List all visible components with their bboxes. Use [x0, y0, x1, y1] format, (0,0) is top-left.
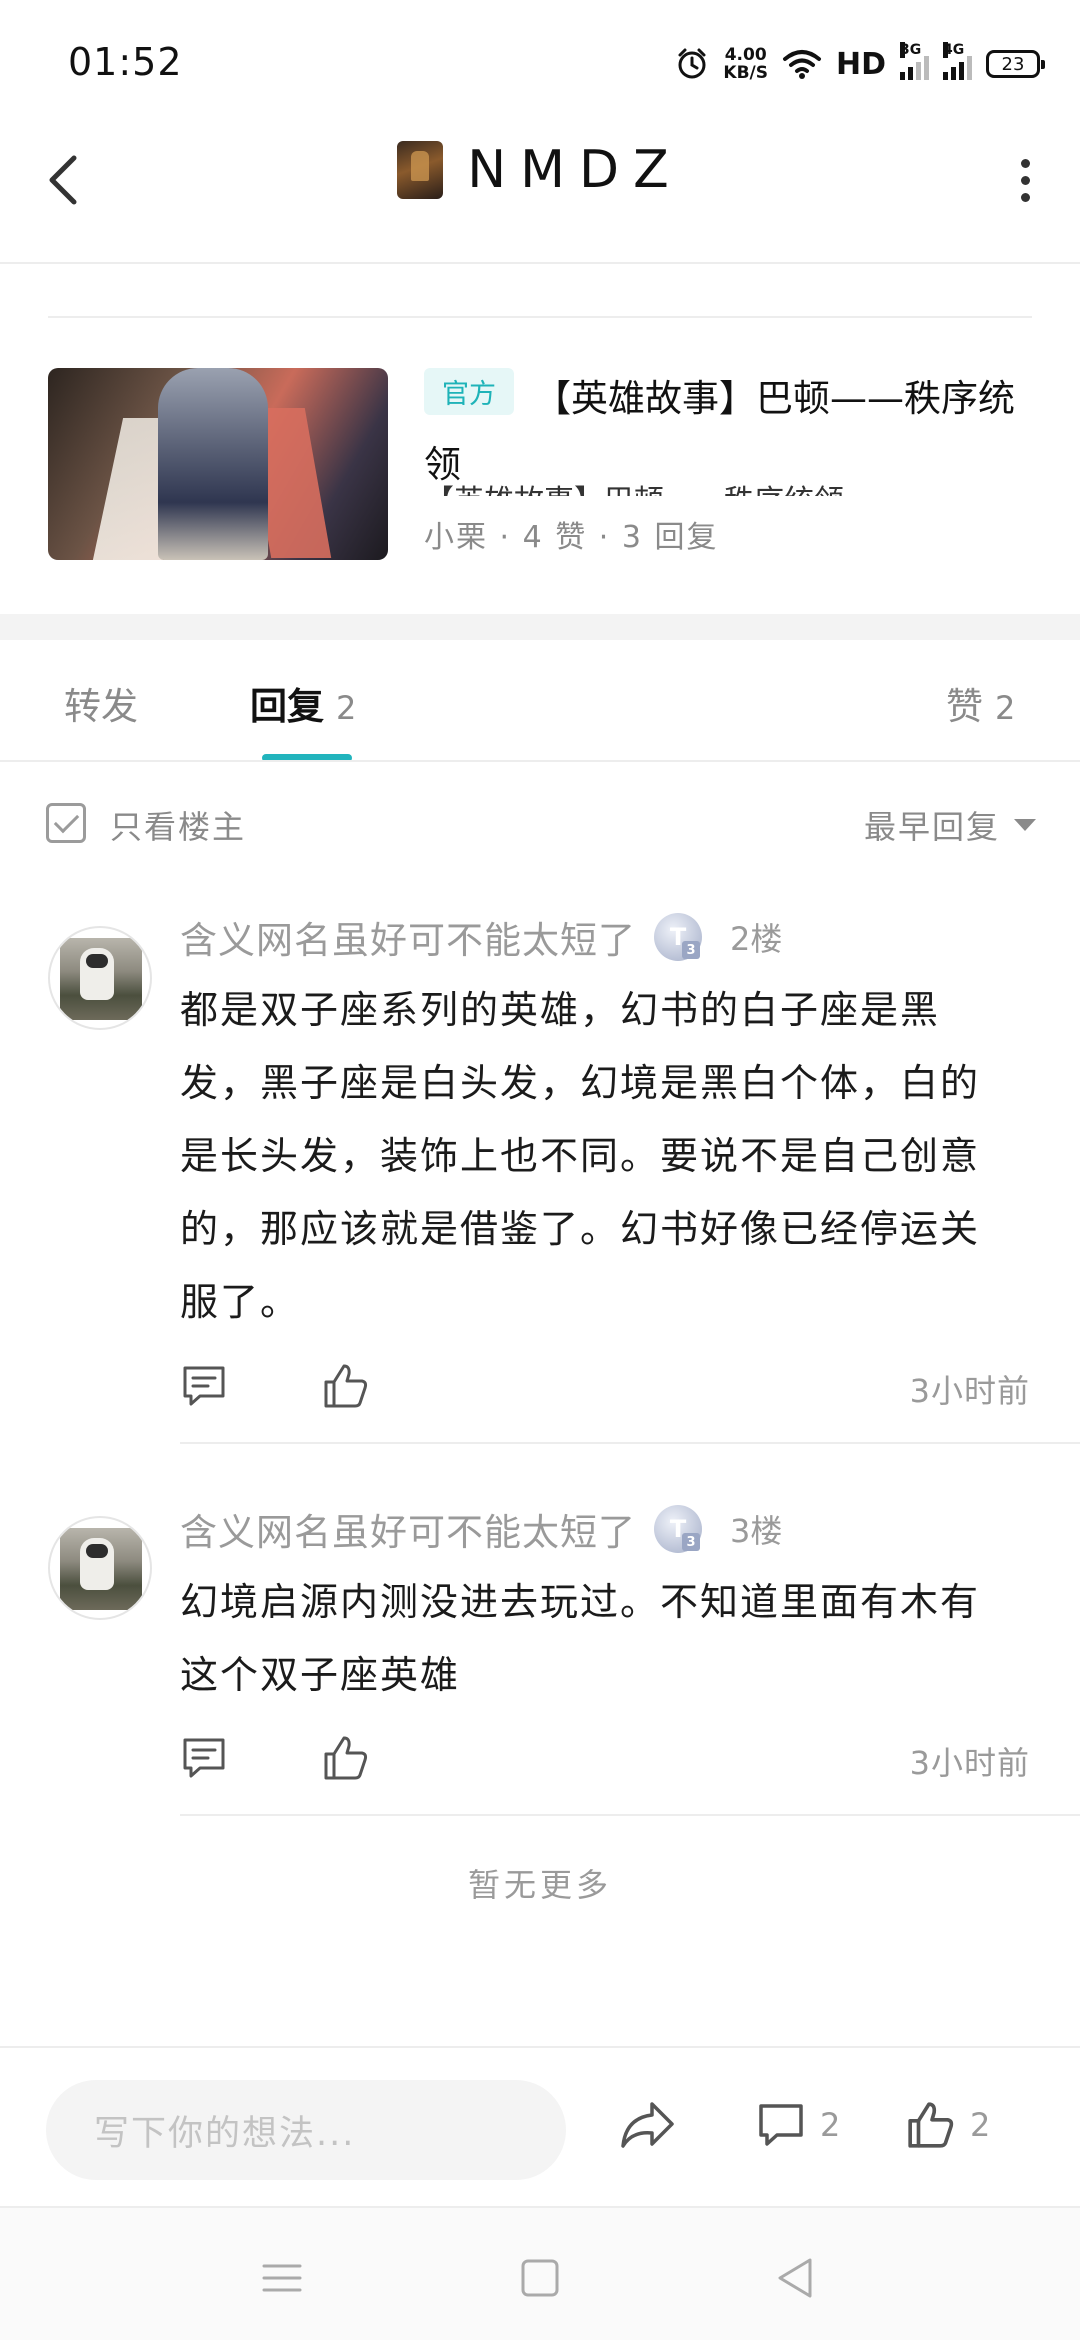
- net-speed-value: 4.00: [724, 45, 767, 65]
- level-number: 3: [682, 941, 700, 959]
- sim1-label: 3G: [900, 42, 922, 58]
- post-author: 小栗: [424, 520, 488, 555]
- post-replies: 3 回复: [621, 520, 719, 555]
- tab-reply-label: 回复: [250, 685, 324, 728]
- post-top-divider: [48, 316, 1032, 318]
- menu-icon[interactable]: [252, 2248, 312, 2308]
- nav-back-icon[interactable]: [766, 2248, 826, 2308]
- post-meta: 小栗 · 4 赞 · 3 回复: [424, 512, 718, 556]
- only-op-label[interactable]: 只看楼主: [110, 802, 246, 848]
- comment-divider: [180, 1814, 1080, 1816]
- avatar[interactable]: [48, 1516, 152, 1620]
- more-icon[interactable]: [1010, 150, 1040, 210]
- tab-like-label: 赞: [946, 685, 983, 728]
- comment-time: 3小时前: [909, 1744, 1030, 1782]
- like-count-button[interactable]: 2: [906, 2100, 990, 2150]
- forum-thumbnail: [397, 141, 444, 199]
- like-icon[interactable]: [322, 1734, 370, 1782]
- level-badge-icon: T3: [654, 1505, 702, 1553]
- like-icon[interactable]: [322, 1362, 370, 1410]
- net-speed-unit: KB/S: [723, 63, 768, 83]
- comment-username[interactable]: 含义网名虽好可不能太短了: [180, 1502, 636, 1556]
- home-icon[interactable]: [510, 2248, 570, 2308]
- comment-username[interactable]: 含义网名虽好可不能太短了: [180, 910, 636, 964]
- comment-input[interactable]: 写下你的想法...: [46, 2080, 566, 2180]
- signal-sim1-icon: 3G: [900, 42, 929, 80]
- header-divider: [0, 262, 1080, 264]
- wifi-icon: [782, 50, 821, 79]
- comment-line: 这个双子座英雄: [180, 1653, 461, 1697]
- comment-line: 幻境启源内测没进去玩过。不知道里面有木有: [180, 1580, 981, 1624]
- header-title-group: NMDZ: [0, 140, 1080, 200]
- level-badge-icon: T3: [654, 913, 702, 961]
- comment-line: 发，黑子座是白头发，幻境是黑白个体，白的: [180, 1061, 981, 1105]
- status-time: 01:52: [68, 40, 183, 84]
- sort-label: 最早回复: [863, 808, 1000, 846]
- tab-like[interactable]: 赞 2: [946, 676, 1015, 730]
- tabs-divider: [0, 760, 1080, 762]
- hd-label: HD: [835, 46, 886, 82]
- tab-reply-count: 2: [336, 689, 357, 727]
- signal-sim2-icon: 4G: [943, 42, 972, 80]
- like-icon: [908, 2102, 954, 2148]
- comment-count-button[interactable]: 2: [756, 2100, 840, 2150]
- level-number: 3: [682, 1533, 700, 1551]
- sort-dropdown[interactable]: 最早回复: [864, 802, 1036, 848]
- comment-line: 是长头发，装饰上也不同。要说不是自己创意: [180, 1134, 981, 1178]
- tab-forward-label: 转发: [64, 685, 138, 728]
- reply-icon[interactable]: [180, 1734, 228, 1782]
- net-speed: 4.00 KB/S: [723, 46, 768, 82]
- comment-body: 幻境启源内测没进去玩过。不知道里面有木有 这个双子座英雄: [180, 1566, 1040, 1712]
- comment-floor: 3楼: [730, 1512, 783, 1550]
- comment-body: 都是双子座系列的英雄，幻书的白子座是黑 发，黑子座是白头发，幻境是黑白个体，白的…: [180, 974, 1040, 1339]
- tab-forward[interactable]: 转发: [64, 676, 138, 730]
- comment-line: 都是双子座系列的英雄，幻书的白子座是黑: [180, 988, 941, 1032]
- battery-icon: 23: [986, 50, 1045, 78]
- chevron-down-icon: [1014, 819, 1036, 831]
- comment-line: 的，那应该就是借鉴了。幻书好像已经停运关: [180, 1207, 981, 1251]
- bottom-bar-divider: [0, 2046, 1080, 2048]
- tab-like-count: 2: [995, 689, 1016, 727]
- like-count: 2: [970, 2106, 991, 2144]
- meta-separator: ·: [587, 520, 622, 555]
- only-op-checkbox[interactable]: [46, 803, 86, 843]
- post-likes: 4 赞: [522, 520, 588, 555]
- comment-time: 3小时前: [909, 1372, 1030, 1410]
- post-cover-image[interactable]: [48, 368, 388, 560]
- avatar[interactable]: [48, 926, 152, 1030]
- page-title: NMDZ: [467, 140, 683, 200]
- post-title[interactable]: 【英雄故事】巴顿——秩序统领: [424, 366, 1044, 498]
- comment-header: 含义网名虽好可不能太短了 T3 2楼: [180, 910, 782, 964]
- post-excerpt: 【英雄故事】巴顿——秩序统领: [424, 482, 1024, 496]
- official-badge: 官方: [424, 368, 514, 415]
- no-more-text: 暂无更多: [467, 1866, 612, 1904]
- comment-divider: [180, 1442, 1080, 1444]
- comment-header: 含义网名虽好可不能太短了 T3 3楼: [180, 1502, 782, 1556]
- alarm-icon: [678, 48, 706, 79]
- section-gap: [0, 614, 1080, 640]
- tab-reply[interactable]: 回复 2: [250, 676, 356, 730]
- reply-icon[interactable]: [180, 1362, 228, 1410]
- comment-line: 服了。: [180, 1280, 301, 1324]
- status-icons: 4.00 KB/S HD 3G 4G 23: [675, 36, 1045, 92]
- share-icon[interactable]: [618, 2098, 676, 2152]
- comment-count: 2: [820, 2106, 841, 2144]
- comment-floor: 2楼: [730, 920, 783, 958]
- sim2-label: 4G: [943, 42, 965, 58]
- comment-icon: [759, 2104, 803, 2146]
- meta-separator: ·: [488, 520, 523, 555]
